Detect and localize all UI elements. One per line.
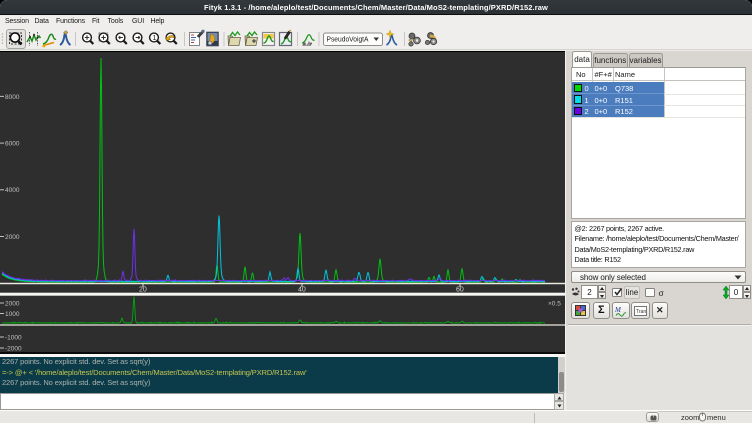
svg-text:-2000: -2000 (5, 345, 22, 352)
svg-text:2000: 2000 (5, 234, 20, 241)
svg-text:M: M (615, 306, 622, 314)
svg-text:4000: 4000 (5, 187, 20, 194)
svg-text:×0.5: ×0.5 (548, 301, 561, 308)
svg-text:PseudoVoigtA: PseudoVoigtA (327, 37, 369, 44)
svg-text:Tran: Tran (636, 309, 646, 315)
svg-text:1000: 1000 (5, 311, 20, 318)
svg-text:6000: 6000 (5, 141, 20, 148)
svg-text:1: 1 (153, 35, 157, 42)
svg-text:8000: 8000 (5, 94, 20, 101)
svg-text:-1000: -1000 (5, 334, 22, 341)
svg-text:2000: 2000 (5, 300, 20, 307)
